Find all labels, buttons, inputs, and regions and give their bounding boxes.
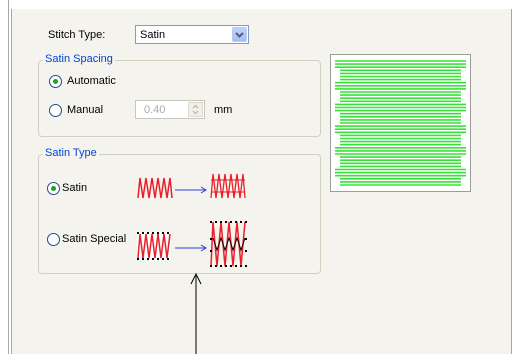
spin-arrows-icon[interactable] — [188, 102, 203, 117]
callout-arrow — [190, 272, 202, 354]
manual-radio[interactable] — [49, 104, 62, 117]
unit-label: mm — [214, 104, 233, 116]
satin-special-option-label[interactable]: Satin Special — [62, 233, 126, 245]
satin-special-illustration — [137, 221, 247, 267]
satin-radio[interactable] — [47, 182, 60, 195]
automatic-radio[interactable] — [49, 75, 62, 88]
satin-type-title: Satin Type — [43, 147, 99, 159]
satin-spacing-group — [38, 60, 321, 137]
satin-spacing-title: Satin Spacing — [43, 53, 115, 65]
chevron-down-icon[interactable] — [232, 27, 247, 42]
satin-stitch-preview-graphic — [335, 60, 466, 186]
manual-spacing-input[interactable]: 0.40 — [135, 100, 205, 119]
satin-stitch-illustration — [137, 173, 246, 199]
satin-option-label[interactable]: Satin — [62, 182, 87, 194]
stitch-type-select[interactable]: Satin — [135, 25, 249, 44]
satin-special-radio[interactable] — [47, 233, 60, 246]
stitch-preview — [330, 54, 471, 192]
manual-spacing-value: 0.40 — [144, 104, 166, 116]
stitch-type-label: Stitch Type: — [48, 29, 106, 41]
window-left-border — [8, 0, 9, 354]
stitch-type-value: Satin — [140, 29, 166, 41]
automatic-label[interactable]: Automatic — [67, 75, 116, 87]
manual-label[interactable]: Manual — [67, 104, 103, 116]
